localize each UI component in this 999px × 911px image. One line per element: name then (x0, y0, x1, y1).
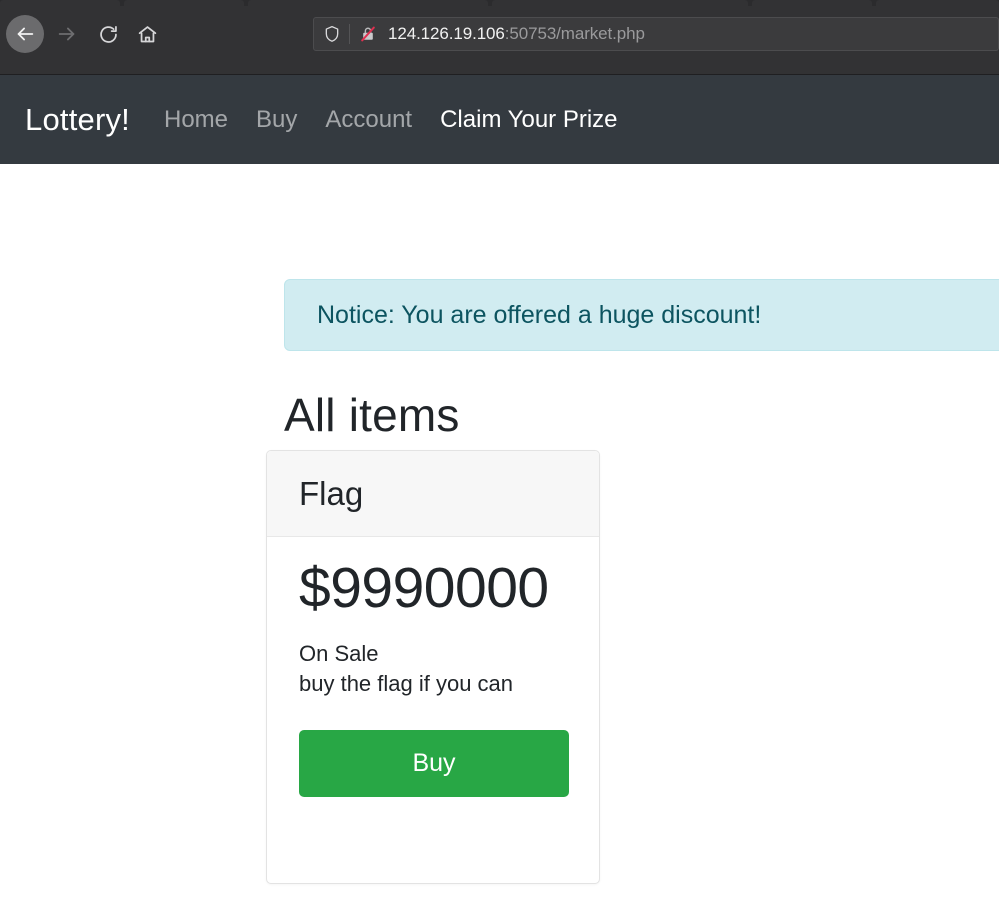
back-arrow-icon (14, 23, 36, 45)
address-bar-divider (349, 24, 350, 44)
item-price: $9990000 (299, 556, 549, 620)
reload-button[interactable] (89, 15, 127, 53)
shield-icon[interactable] (322, 25, 342, 43)
item-status: On Sale (299, 640, 379, 666)
notice-alert: Notice: You are offered a huge discount! (284, 279, 999, 351)
nav-link-claim-your-prize[interactable]: Claim Your Prize (440, 106, 617, 134)
site-navbar: Lottery! Home Buy Account Claim Your Pri… (0, 75, 999, 164)
navbar-links: Home Buy Account Claim Your Prize (164, 106, 618, 134)
url-path: :50753/market.php (504, 24, 645, 43)
home-icon (137, 24, 158, 45)
url-host: 124.126.19.106 (388, 24, 505, 43)
item-card: Flag $9990000 On Sale buy the flag if yo… (266, 450, 600, 884)
url-text: 124.126.19.106:50753/market.php (388, 24, 645, 44)
forward-button[interactable] (48, 15, 86, 53)
home-button[interactable] (128, 15, 166, 53)
address-bar[interactable]: 124.126.19.106:50753/market.php (313, 17, 999, 51)
item-card-title: Flag (299, 474, 364, 512)
page-viewport: Lottery! Home Buy Account Claim Your Pri… (0, 75, 999, 911)
browser-toolbar: 124.126.19.106:50753/market.php (0, 6, 999, 75)
nav-link-account[interactable]: Account (325, 106, 412, 134)
browser-chrome: 124.126.19.106:50753/market.php (0, 0, 999, 75)
back-button[interactable] (6, 15, 44, 53)
nav-link-home[interactable]: Home (164, 106, 228, 134)
forward-arrow-icon (56, 23, 78, 45)
nav-link-buy[interactable]: Buy (256, 106, 297, 134)
notice-alert-text: Notice: You are offered a huge discount! (317, 300, 762, 329)
buy-button[interactable]: Buy (299, 729, 569, 797)
page-title: All items (284, 389, 460, 441)
navbar-brand[interactable]: Lottery! (25, 102, 130, 138)
item-card-header: Flag (267, 451, 599, 537)
reload-icon (98, 24, 119, 45)
insecure-connection-icon[interactable] (358, 25, 378, 43)
item-description: buy the flag if you can (299, 670, 514, 696)
item-card-body: $9990000 On Sale buy the flag if you can… (267, 537, 599, 797)
